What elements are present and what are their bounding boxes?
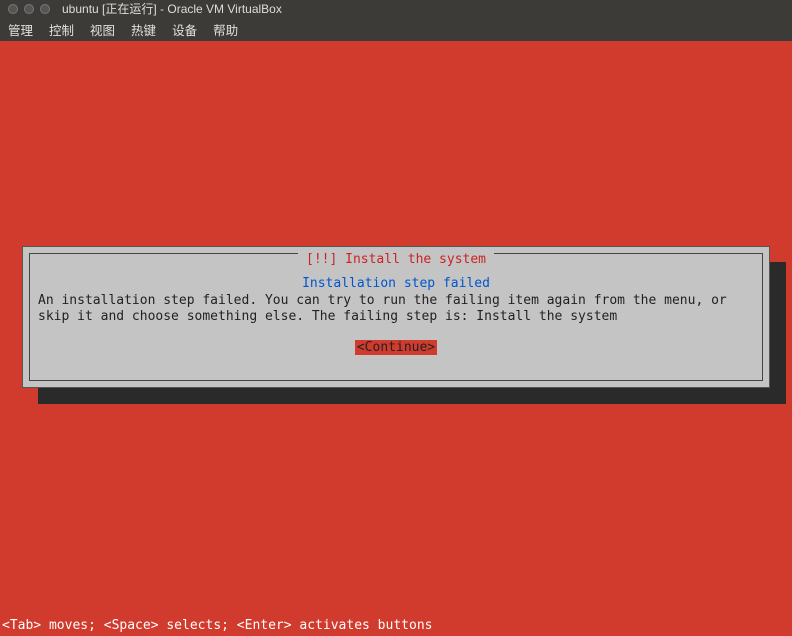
minimize-icon[interactable] — [24, 4, 34, 14]
menu-item-manage[interactable]: 管理 — [8, 20, 33, 39]
menu-item-control[interactable]: 控制 — [49, 20, 74, 39]
dialog-subtitle: Installation step failed — [38, 276, 754, 291]
menu-item-devices[interactable]: 设备 — [172, 20, 197, 39]
installer-dialog: [!!] Install the system Installation ste… — [22, 246, 770, 388]
menubar: 管理 控制 视图 热键 设备 帮助 — [0, 17, 792, 41]
menu-item-view[interactable]: 视图 — [90, 20, 115, 39]
close-icon[interactable] — [8, 4, 18, 14]
dialog-inner: [!!] Install the system Installation ste… — [29, 253, 763, 381]
menu-item-help[interactable]: 帮助 — [213, 20, 238, 39]
window-controls — [8, 4, 50, 14]
dialog-message: An installation step failed. You can try… — [38, 293, 754, 326]
window-titlebar: ubuntu [正在运行] - Oracle VM VirtualBox — [0, 0, 792, 17]
window-title: ubuntu [正在运行] - Oracle VM VirtualBox — [62, 0, 282, 17]
footer-help: <Tab> moves; <Space> selects; <Enter> ac… — [2, 618, 432, 633]
dialog-button-wrap: <Continue> — [38, 340, 754, 355]
dialog-title: [!!] Install the system — [298, 252, 494, 267]
continue-button[interactable]: <Continue> — [355, 340, 437, 355]
vm-screen: [!!] Install the system Installation ste… — [0, 41, 792, 636]
menu-item-input[interactable]: 热键 — [131, 20, 156, 39]
maximize-icon[interactable] — [40, 4, 50, 14]
dialog-wrap: [!!] Install the system Installation ste… — [22, 246, 770, 388]
